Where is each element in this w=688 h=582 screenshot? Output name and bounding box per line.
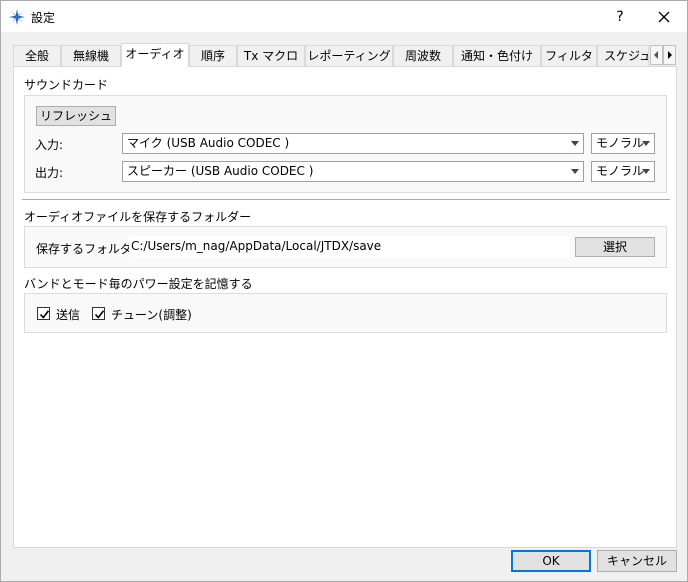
tab-sequence[interactable]: 順序 — [189, 45, 237, 67]
output-device-select[interactable]: スピーカー (USB Audio CODEC ) — [122, 161, 584, 182]
window-title: 設定 — [31, 11, 56, 25]
input-label: 入力: — [35, 138, 64, 152]
tab-radio[interactable]: 無線機 — [61, 45, 121, 67]
checkmark-icon — [94, 310, 105, 319]
audio-tab-panel: サウンドカード リフレッシュ 入力: マイク (USB Audio CODEC … — [13, 66, 677, 548]
transmit-checkbox[interactable] — [37, 307, 50, 320]
chevron-down-icon — [642, 141, 650, 146]
section-divider — [22, 199, 670, 200]
cancel-button[interactable]: キャンセル — [597, 550, 677, 572]
select-folder-button[interactable]: 選択 — [575, 237, 655, 257]
tune-checkbox[interactable] — [92, 307, 105, 320]
input-channel-value: モノラル — [596, 136, 645, 150]
output-channel-select[interactable]: モノラル — [591, 161, 655, 182]
tab-frequencies[interactable]: 周波数 — [393, 45, 453, 67]
help-button[interactable]: ? — [610, 7, 630, 27]
tab-filters[interactable]: フィルタ — [541, 45, 597, 67]
tab-tx-macros[interactable]: Tx マクロ — [237, 45, 305, 67]
save-folder-heading: オーディオファイルを保存するフォルダー — [24, 210, 252, 224]
tab-scroll-left-icon[interactable] — [650, 45, 663, 65]
power-memory-group: 送信 チューン(調整) — [24, 293, 667, 333]
soundcard-heading: サウンドカード — [24, 78, 109, 92]
output-channel-value: モノラル — [596, 164, 645, 178]
refresh-button[interactable]: リフレッシュ — [36, 106, 116, 126]
chevron-down-icon — [571, 141, 579, 146]
transmit-label[interactable]: 送信 — [56, 306, 80, 323]
tab-reporting[interactable]: レポーティング — [305, 45, 393, 67]
close-icon[interactable] — [653, 6, 675, 28]
chevron-down-icon — [642, 169, 650, 174]
save-folder-path: C:/Users/m_nag/AppData/Local/JTDX/save — [129, 236, 570, 257]
tab-scheduler[interactable]: スケジュ — [597, 45, 649, 67]
tune-label[interactable]: チューン(調整) — [111, 306, 192, 323]
title-bar: 設定 ? — [1, 1, 687, 32]
input-device-value: マイク (USB Audio CODEC ) — [127, 136, 290, 150]
chevron-down-icon — [571, 169, 579, 174]
tab-bar: 全般 無線機 オーディオ 順序 Tx マクロ レポーティング 周波数 通知・色付… — [13, 43, 677, 67]
settings-dialog: 設定 ? 全般 無線機 オーディオ 順序 Tx マクロ レポーティング 周波数 … — [0, 0, 688, 582]
tab-general[interactable]: 全般 — [13, 45, 61, 67]
tab-scroll-right-icon[interactable] — [663, 45, 676, 65]
output-label: 出力: — [35, 166, 64, 180]
ok-button[interactable]: OK — [511, 550, 591, 572]
output-device-value: スピーカー (USB Audio CODEC ) — [127, 164, 314, 178]
input-device-select[interactable]: マイク (USB Audio CODEC ) — [122, 133, 584, 154]
save-folder-group: 保存するフォルダー: C:/Users/m_nag/AppData/Local/… — [24, 226, 667, 268]
checkmark-icon — [39, 310, 50, 319]
power-memory-heading: バンドとモード毎のパワー設定を記憶する — [24, 277, 253, 291]
app-star-icon — [9, 9, 25, 25]
input-channel-select[interactable]: モノラル — [591, 133, 655, 154]
tab-audio[interactable]: オーディオ — [121, 43, 189, 67]
tab-notifications[interactable]: 通知・色付け — [453, 45, 541, 67]
soundcard-group: リフレッシュ 入力: マイク (USB Audio CODEC ) モノラル 出… — [24, 95, 667, 193]
